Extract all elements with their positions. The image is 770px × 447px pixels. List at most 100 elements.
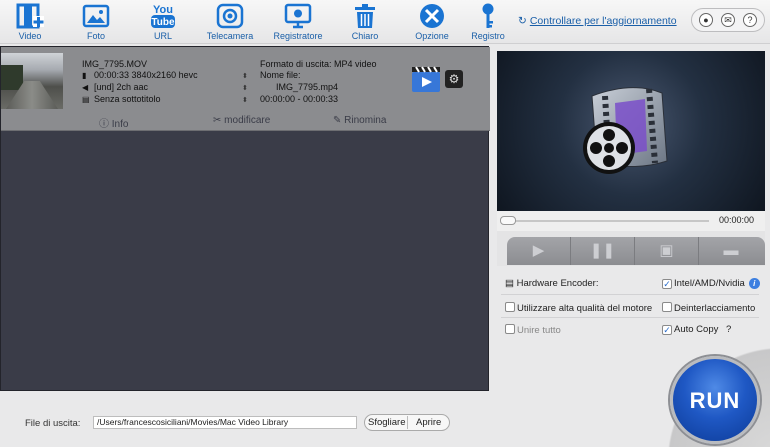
folder-icon[interactable]: ▬: [699, 237, 763, 265]
add-video-icon: [16, 3, 44, 29]
key-icon: [482, 3, 494, 28]
info-button[interactable]: ⓘ Info: [99, 115, 128, 130]
merge-all-check[interactable]: [505, 324, 515, 334]
rename-label: Rinomina: [344, 115, 387, 126]
playback-timeline: 00:00:00: [497, 211, 765, 231]
toolbar-recorder-button[interactable]: Registratore: [268, 2, 328, 41]
run-label: RUN: [689, 388, 741, 413]
playback-time: 00:00:00: [719, 215, 755, 225]
high-quality-checkbox[interactable]: Utilizzare alta qualità del motore: [505, 302, 652, 314]
hardware-encoder-text: Hardware Encoder:: [516, 278, 599, 289]
output-bar: File di uscita: /Users/francescosicilian…: [0, 398, 640, 447]
toolbar-register-label: Registro: [471, 31, 505, 41]
player-controls: ▶ ❚❚ ▣ ▬: [497, 231, 765, 266]
toolbar-photo-label: Foto: [86, 31, 105, 41]
encoding-options: ▤ Hardware Encoder: ✓ Intel/AMD/Nvidia i U…: [497, 268, 765, 340]
high-quality-check[interactable]: [505, 302, 515, 312]
output-buttons: Sfogliare Aprire: [364, 414, 450, 431]
toolbar-recorder-label: Registratore: [273, 31, 323, 41]
film-reel-icon: [583, 87, 668, 174]
toolbar-camera-label: Telecamera: [206, 31, 254, 41]
toolbar-clear-label: Chiaro: [351, 31, 379, 41]
main-toolbar: Video Foto You Tube URL Telecamera Regis…: [0, 0, 770, 44]
play-icon[interactable]: ▶: [507, 237, 571, 265]
subtitle-info-row[interactable]: ▤ Senza sottotitolo: [82, 94, 161, 104]
deinterlace-checkbox[interactable]: Deinterlacciamento: [662, 302, 755, 314]
edit-label: modificare: [224, 115, 271, 126]
output-name-label: Nome file:: [260, 70, 301, 80]
toolbar-register-button[interactable]: Registro: [458, 2, 518, 41]
check-update-label: Controllare per l'aggiornamento: [529, 15, 677, 27]
toolbar-clear-button[interactable]: Chiaro: [335, 2, 395, 41]
auto-copy-check[interactable]: ✓: [662, 325, 672, 335]
toolbar-camera-button[interactable]: Telecamera: [200, 2, 260, 41]
video-track-selector-icon[interactable]: ⬍: [242, 72, 248, 80]
toolbar-video-label: Video: [18, 31, 42, 41]
subtitle-icon: ▤: [82, 95, 90, 104]
high-quality-label: Utilizzare alta qualità del motore: [517, 303, 653, 314]
merge-all-checkbox[interactable]: Unire tutto: [505, 324, 561, 336]
info-label: Info: [111, 119, 129, 130]
help-icon[interactable]: ?: [743, 13, 757, 27]
auto-copy-label: Auto Copy: [674, 324, 719, 335]
toolbar-url-button[interactable]: You Tube URL: [133, 2, 193, 41]
hw-encoder-check[interactable]: ✓: [662, 279, 672, 289]
toolbar-options-button[interactable]: Opzione: [402, 2, 462, 41]
person-icon[interactable]: ●: [699, 13, 713, 27]
mail-icon[interactable]: ✉: [721, 13, 735, 27]
output-file-name[interactable]: IMG_7795.mp4: [276, 82, 338, 92]
seek-handle[interactable]: [500, 216, 516, 225]
youtube-icon: You Tube: [151, 4, 175, 28]
file-list-panel: IMG_7795.MOV ▮ 00:00:33 3840x2160 hevc ◀ […: [0, 46, 490, 391]
video-info-row: ▮ 00:00:33 3840x2160 hevc: [82, 70, 198, 80]
merge-all-label: Unire tutto: [517, 325, 561, 336]
rename-icon: ✎: [333, 115, 342, 126]
browse-button[interactable]: Sfogliare: [368, 417, 406, 428]
info-icon: ⓘ: [99, 119, 109, 130]
output-path-field[interactable]: /Users/francescosiciliani/Movies/Mac Vid…: [93, 416, 357, 429]
toolbar-options-label: Opzione: [415, 31, 449, 41]
audio-info-row[interactable]: ◀ [und] 2ch aac: [82, 82, 148, 92]
options-divider: [501, 294, 759, 295]
file-list-item[interactable]: IMG_7795.MOV ▮ 00:00:33 3840x2160 hevc ◀ […: [1, 47, 490, 131]
hardware-encoder-label: ▤ Hardware Encoder:: [505, 278, 598, 289]
gear-icon[interactable]: ⚙: [445, 70, 463, 88]
speaker-icon: ◀: [82, 83, 89, 92]
deinterlace-label: Deinterlacciamento: [674, 303, 756, 314]
auto-copy-help-icon[interactable]: ?: [726, 324, 731, 335]
output-range: 00:00:00 - 00:00:33: [260, 94, 339, 104]
deinterlace-check[interactable]: [662, 302, 672, 312]
video-track-icon: ▮: [82, 71, 87, 80]
options-divider: [501, 317, 759, 318]
check-update-link[interactable]: ↻ Controllare per l'aggiornamento: [518, 15, 677, 27]
pause-icon[interactable]: ❚❚: [571, 237, 635, 265]
subtitle-selector-icon[interactable]: ⬍: [242, 96, 248, 104]
youtube-you-text: You: [153, 4, 173, 16]
seek-track[interactable]: [503, 220, 709, 222]
help-button-group: ● ✉ ?: [691, 8, 765, 32]
screen-recorder-icon: [284, 3, 312, 29]
rename-button[interactable]: ✎ Rinomina: [333, 115, 386, 126]
subtitle-info: Senza sottotitolo: [94, 94, 161, 104]
hardware-encoder-checkbox[interactable]: ✓ Intel/AMD/Nvidia i: [662, 278, 760, 289]
audio-track-selector-icon[interactable]: ⬍: [242, 84, 248, 92]
run-button[interactable]: RUN: [670, 356, 760, 444]
camera-icon: [216, 3, 244, 29]
toolbar-photo-button[interactable]: Foto: [66, 2, 126, 41]
auto-copy-checkbox[interactable]: ✓ Auto Copy ?: [662, 324, 731, 335]
toolbar-video-button[interactable]: Video: [0, 2, 60, 41]
edit-button[interactable]: ✂ modificare: [213, 115, 270, 126]
photo-icon: [82, 4, 110, 28]
toolbar-url-label: URL: [153, 31, 172, 41]
file-name: IMG_7795.MOV: [82, 59, 148, 69]
info-icon[interactable]: i: [748, 278, 760, 289]
hw-encoder-value: Intel/AMD/Nvidia: [674, 278, 745, 289]
snapshot-icon[interactable]: ▣: [635, 237, 699, 265]
open-button[interactable]: Aprire: [416, 417, 441, 428]
youtube-tube-text: Tube: [151, 17, 175, 28]
output-folder-label: File di uscita:: [25, 418, 81, 429]
video-info: 00:00:33 3840x2160 hevc: [94, 70, 198, 80]
video-thumbnail[interactable]: [1, 53, 63, 109]
audio-info: [und] 2ch aac: [94, 82, 149, 92]
clapperboard-icon[interactable]: [411, 65, 441, 93]
